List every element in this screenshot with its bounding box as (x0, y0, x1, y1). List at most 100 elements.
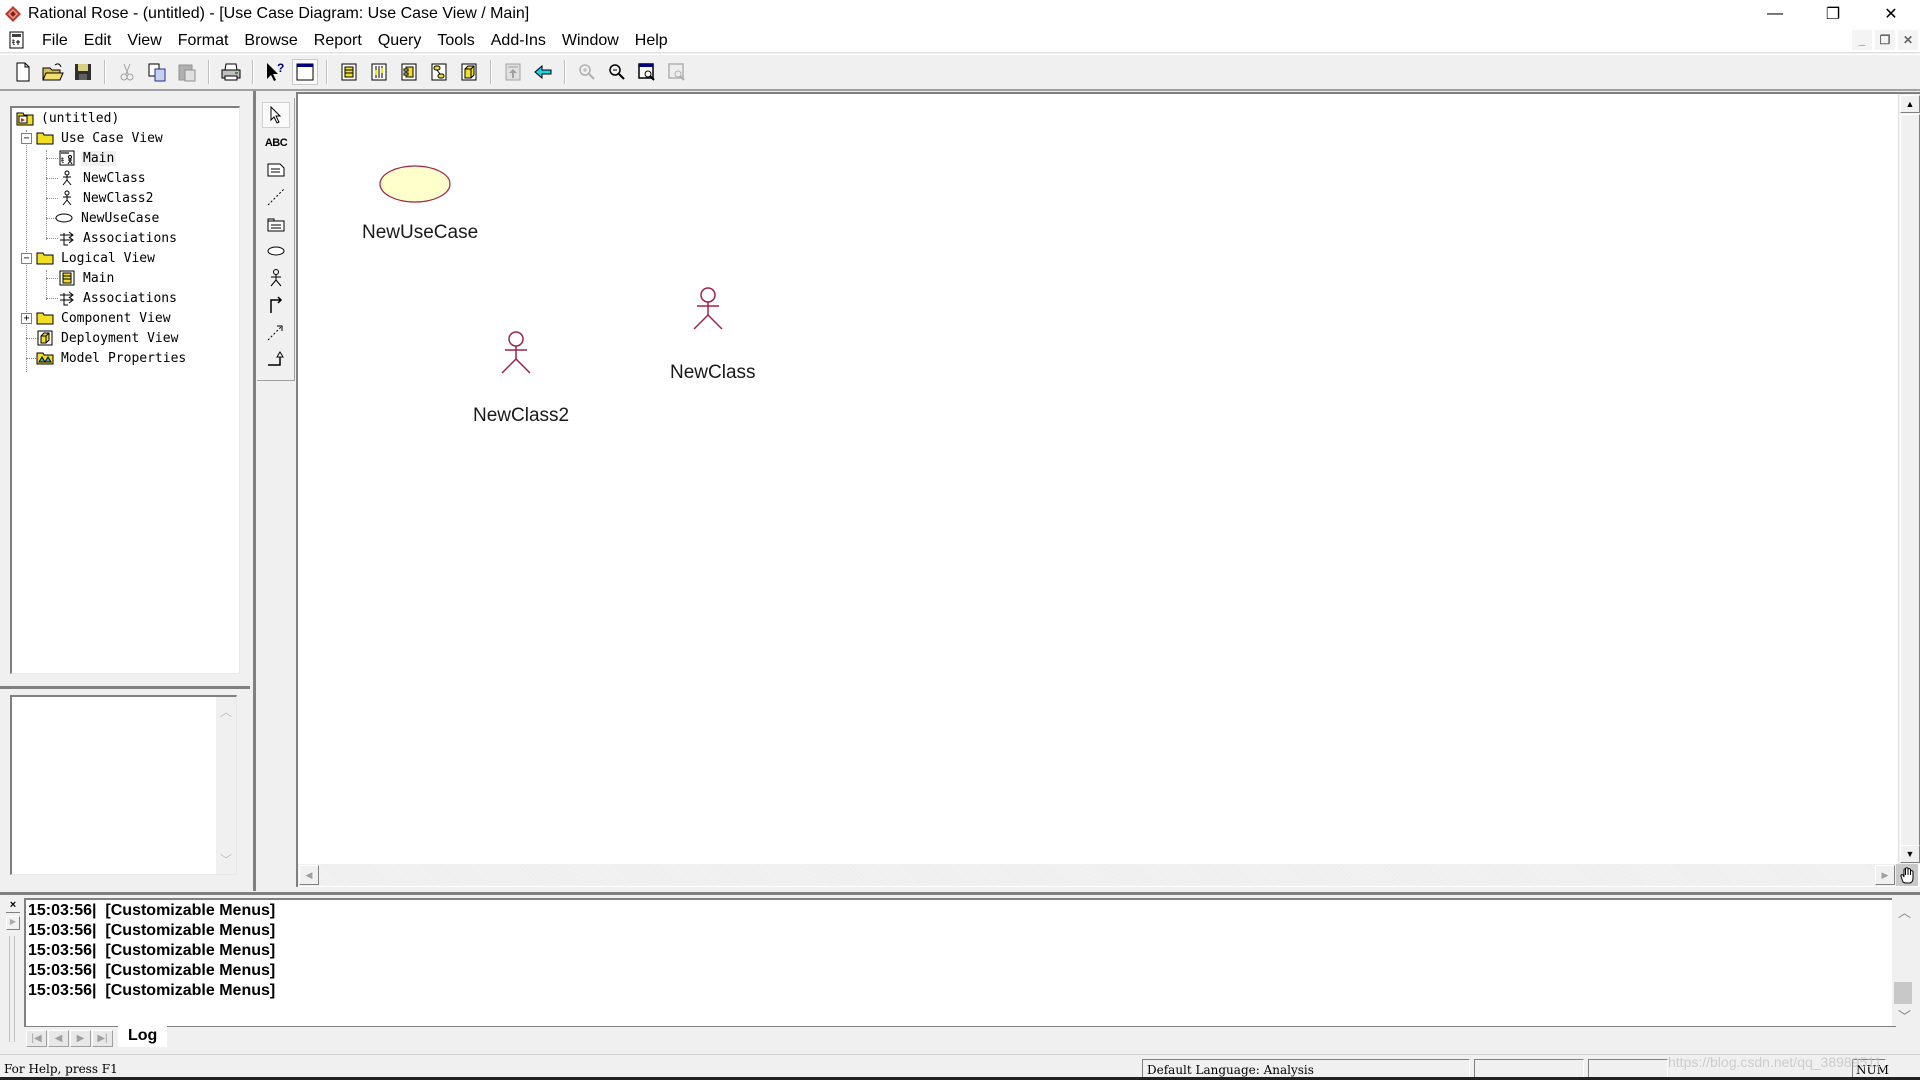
context-help-button[interactable]: ? (262, 59, 288, 85)
zoom-in-button[interactable] (574, 59, 600, 85)
browse-class-diagram-button[interactable] (336, 59, 362, 85)
mdi-close-button[interactable]: ✕ (1898, 30, 1918, 50)
diagram-vertical-scrollbar[interactable]: ▲ ▼ (1898, 94, 1920, 864)
tree-item-model-root[interactable]: (untitled) (16, 108, 121, 128)
mdi-restore-button[interactable]: ❐ (1875, 30, 1895, 50)
save-button[interactable] (70, 59, 96, 85)
log-dock-arrow[interactable]: ▶ (6, 916, 20, 930)
tree-item-actor-newclass2[interactable]: NewClass2 (58, 188, 155, 208)
browser-diagram-splitter[interactable] (253, 91, 256, 891)
menu-help[interactable]: Help (627, 28, 676, 53)
menu-report[interactable]: Report (306, 28, 370, 53)
tree-item-deployment-view[interactable]: Deployment View (36, 328, 180, 348)
actor-label-newclass[interactable]: NewClass (670, 362, 756, 384)
selection-tool-button[interactable] (262, 102, 290, 128)
tab-prev-button[interactable]: ◀ (48, 1030, 69, 1047)
scroll-down-icon[interactable]: ﹀ (220, 851, 232, 868)
menu-add-ins[interactable]: Add-Ins (483, 28, 554, 53)
diagram-log-splitter[interactable] (0, 892, 1920, 895)
menu-edit[interactable]: Edit (76, 28, 120, 53)
restore-button[interactable]: ❐ (1804, 0, 1862, 28)
menu-query[interactable]: Query (370, 28, 430, 53)
actor-tool-button[interactable] (262, 265, 290, 291)
cut-button[interactable] (114, 59, 140, 85)
dependency-tool-button[interactable] (262, 319, 290, 345)
generalization-tool-button[interactable] (262, 346, 290, 372)
tree-item-component-view[interactable]: Component View (36, 308, 173, 328)
close-button[interactable]: ✕ (1862, 0, 1920, 28)
menu-format[interactable]: Format (170, 28, 237, 53)
tree-item-associations-usecase[interactable]: Associations (58, 228, 179, 248)
documentation-window[interactable]: ︿ ﹀ (10, 695, 237, 875)
menu-browse[interactable]: Browse (236, 28, 305, 53)
print-button[interactable] (218, 59, 244, 85)
collapse-logical-view[interactable]: − (21, 253, 32, 264)
browse-parent-button[interactable] (500, 59, 526, 85)
tab-first-button[interactable]: |◀ (26, 1030, 47, 1047)
menu-tools[interactable]: Tools (429, 28, 482, 53)
actor-label-newclass2[interactable]: NewClass2 (473, 405, 569, 427)
pan-button[interactable] (1896, 864, 1918, 886)
anchor-note-tool-button[interactable] (262, 184, 290, 210)
view-documentation-button[interactable] (292, 59, 318, 85)
tree-item-logical-main-diagram[interactable]: Main (58, 268, 116, 288)
tab-next-button[interactable]: ▶ (70, 1030, 91, 1047)
tree-item-actor-newclass[interactable]: NewClass (58, 168, 148, 188)
actor-newclass2-shape[interactable] (501, 331, 531, 374)
tab-last-button[interactable]: ▶| (92, 1030, 113, 1047)
tree-item-model-properties[interactable]: Model Properties (36, 348, 188, 368)
menu-view[interactable]: View (119, 28, 169, 53)
scroll-up-icon[interactable]: ︿ (1898, 902, 1911, 921)
scroll-right-button[interactable]: ▶ (1875, 865, 1895, 885)
menu-window[interactable]: Window (554, 28, 627, 53)
use-case-label[interactable]: NewUseCase (362, 222, 478, 244)
scroll-down-icon[interactable]: ﹀ (1898, 1006, 1911, 1025)
note-tool-button[interactable] (262, 157, 290, 183)
actor-newclass-shape[interactable] (693, 287, 723, 330)
tab-log[interactable]: Log (118, 1026, 168, 1047)
documentation-scrollbar[interactable]: ︿ ﹀ (216, 697, 236, 874)
diagram-canvas[interactable]: NewUseCase NewClass NewClass2 (298, 94, 1896, 864)
browse-component-diagram-button[interactable] (396, 59, 422, 85)
scroll-up-icon[interactable]: ︿ (220, 703, 232, 720)
use-case-tool-button[interactable] (262, 238, 290, 264)
tree-item-associations-logical[interactable]: Associations (58, 288, 179, 308)
tree-item-use-case-main-diagram[interactable]: ŧ Main (58, 148, 117, 168)
browse-interaction-diagram-button[interactable] (366, 59, 392, 85)
scroll-down-button[interactable]: ▼ (1900, 845, 1920, 863)
zoom-out-button[interactable] (604, 59, 630, 85)
browse-state-diagram-button[interactable] (426, 59, 452, 85)
unidirectional-association-tool-button[interactable] (262, 292, 290, 318)
log-grip-handle[interactable] (9, 936, 15, 1042)
browse-deployment-diagram-button[interactable] (456, 59, 482, 85)
minimize-button[interactable]: — (1746, 0, 1804, 28)
tree-item-use-case-view[interactable]: Use Case View (36, 128, 165, 148)
paste-button[interactable] (174, 59, 200, 85)
text-box-tool-button[interactable]: ABC (262, 130, 290, 156)
log-scroll-thumb[interactable] (1894, 982, 1912, 1004)
menu-file[interactable]: File (34, 28, 76, 53)
model-browser-tree[interactable]: − − + (untitled) Use Case View ŧ Main Ne… (10, 106, 240, 674)
diagram-horizontal-scrollbar[interactable]: ◀ ▶ (298, 864, 1896, 886)
log-close-button[interactable]: × (6, 900, 20, 913)
scroll-up-button[interactable]: ▲ (1900, 95, 1920, 113)
new-button[interactable] (10, 59, 36, 85)
copy-button[interactable] (144, 59, 170, 85)
browser-documentation-splitter[interactable] (0, 686, 250, 689)
tree-item-use-case-newusecase[interactable]: NewUseCase (52, 208, 161, 228)
package-tool-button[interactable] (262, 211, 290, 237)
log-output[interactable]: 15:03:56| [Customizable Menus] 15:03:56|… (24, 898, 1896, 1026)
scroll-left-button[interactable]: ◀ (299, 865, 319, 885)
browse-previous-button[interactable] (530, 59, 556, 85)
open-button[interactable] (40, 59, 66, 85)
mdi-minimize-button[interactable]: _ (1852, 30, 1872, 50)
collapse-use-case-view[interactable]: − (21, 133, 32, 144)
document-system-menu-icon[interactable]: ŧ (8, 31, 26, 49)
expand-component-view[interactable]: + (21, 313, 32, 324)
log-vertical-scrollbar[interactable]: ︿ ﹀ (1892, 898, 1916, 1026)
fit-in-window-button[interactable] (634, 59, 660, 85)
tree-item-logical-view[interactable]: Logical View (36, 248, 157, 268)
undo-fit-in-window-button[interactable] (664, 59, 690, 85)
vertical-scroll-thumb[interactable] (1900, 114, 1920, 846)
use-case-shape[interactable] (379, 165, 451, 203)
